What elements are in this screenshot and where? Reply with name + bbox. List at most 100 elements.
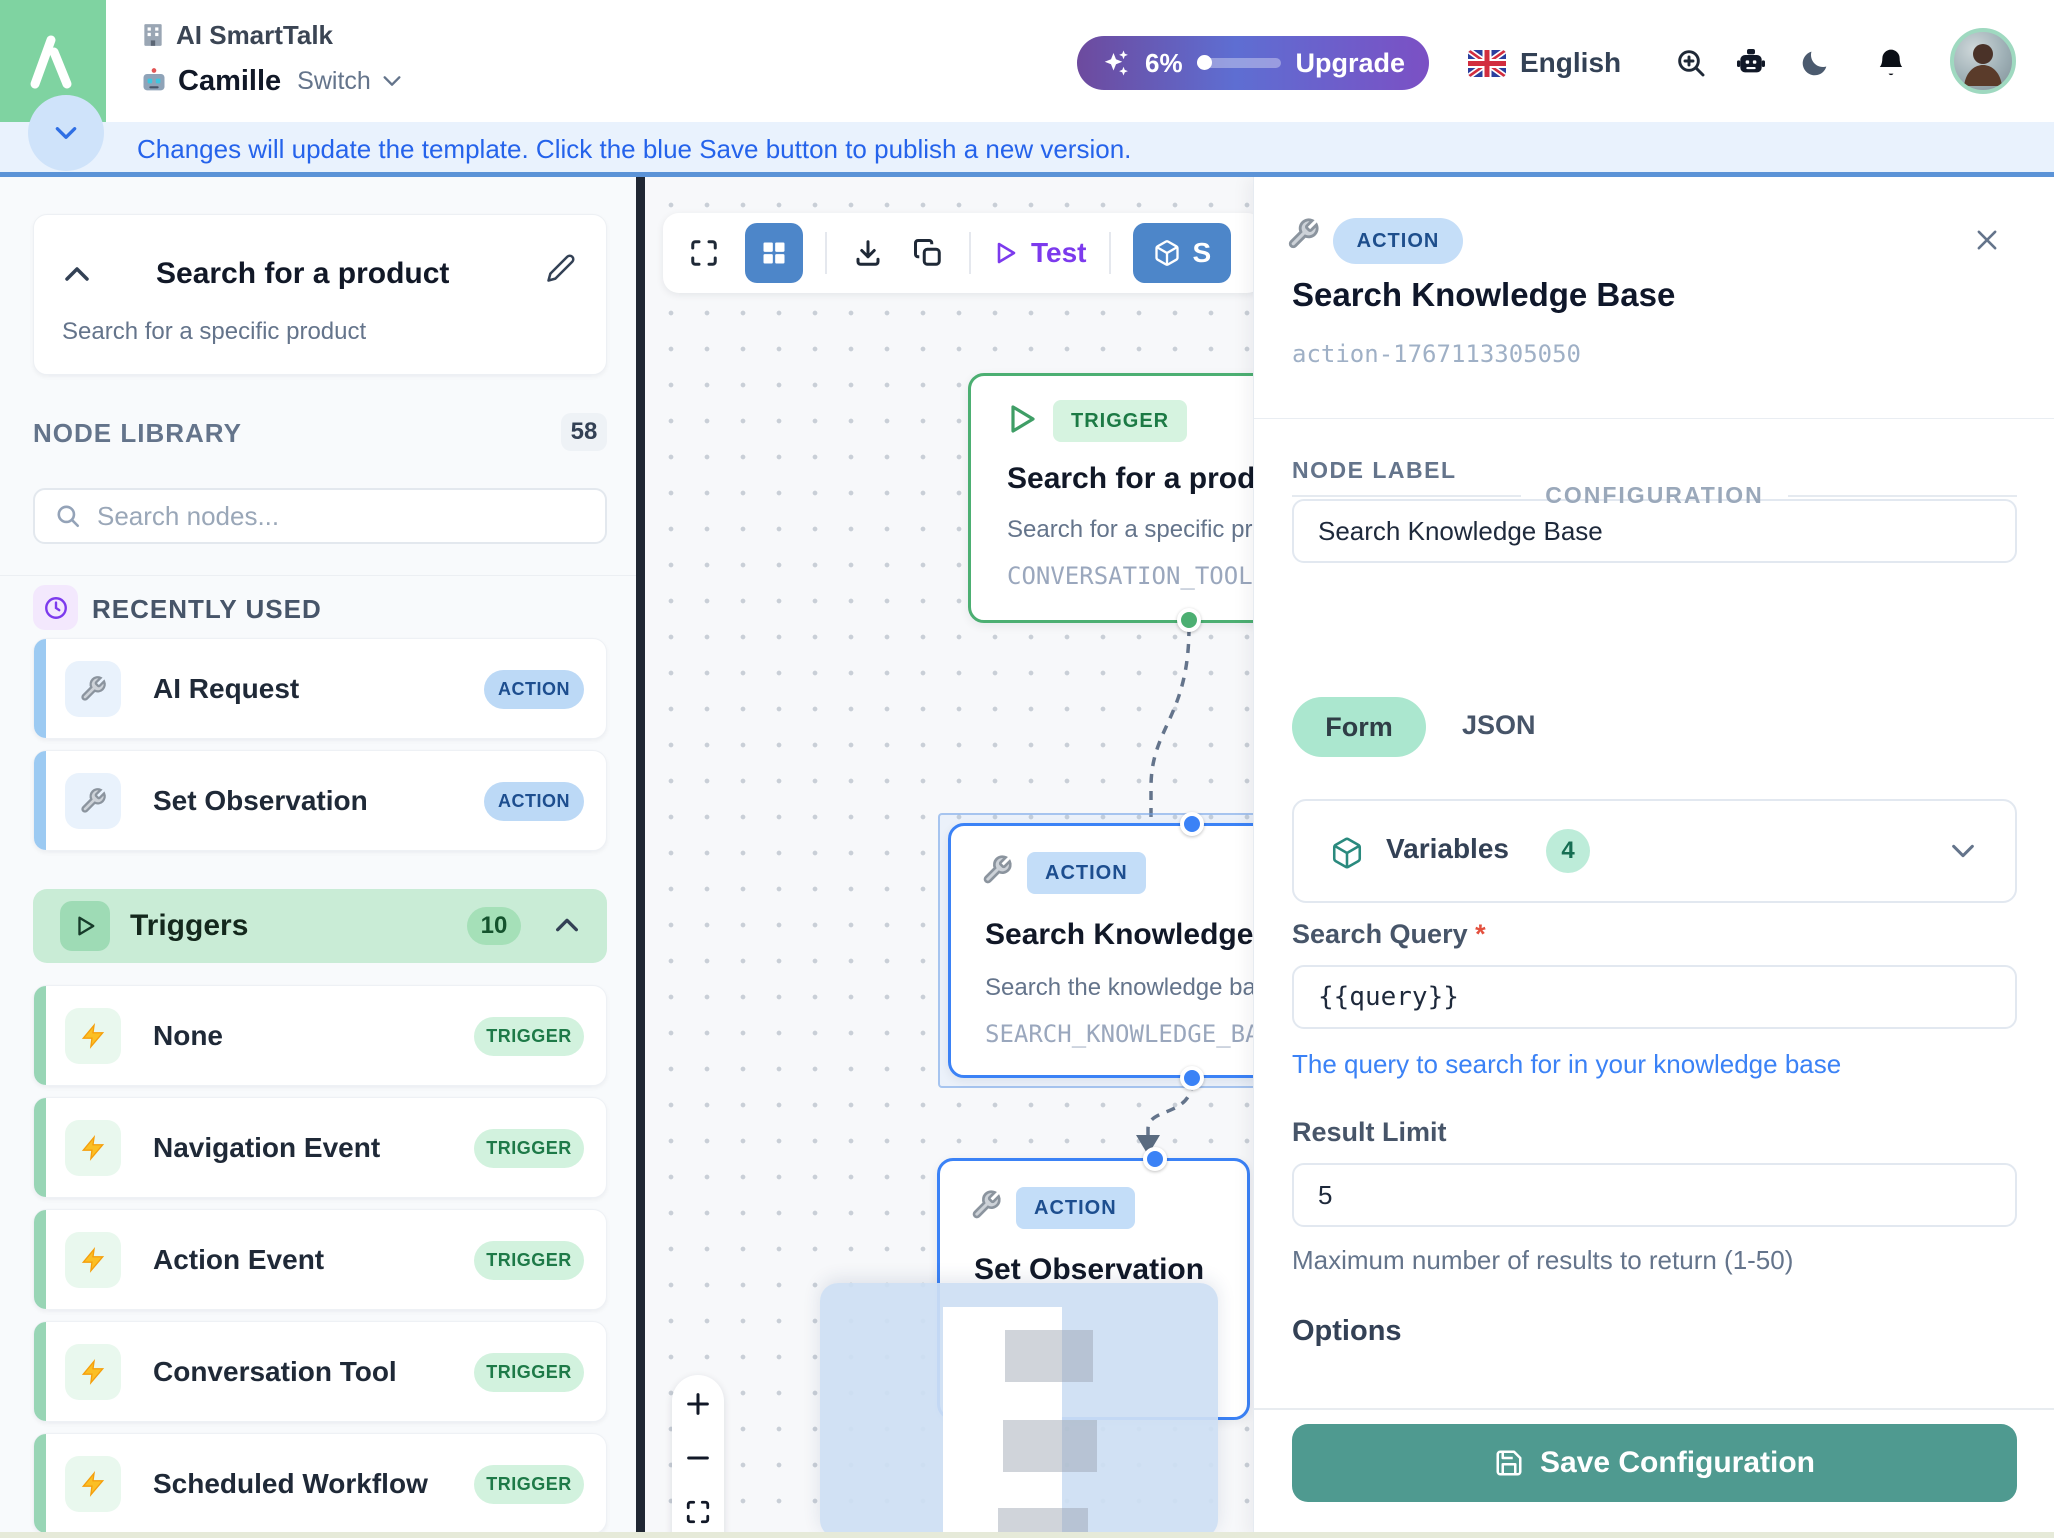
save-configuration-button[interactable]: Save Configuration — [1292, 1424, 2017, 1502]
trigger-item-label: Navigation Event — [153, 1132, 380, 1164]
library-item-label: Set Observation — [153, 785, 368, 817]
notifications-bell-icon[interactable] — [1872, 44, 1910, 82]
library-item-set-observation[interactable]: Set Observation ACTION — [33, 750, 607, 851]
workflow-subtitle: Search for a specific product — [62, 318, 366, 346]
clock-icon — [43, 595, 69, 621]
edit-pencil-icon[interactable] — [546, 253, 576, 283]
app-title: AI SmartTalk — [176, 20, 333, 51]
workflow-title: Search for a product — [156, 257, 449, 291]
trigger-item-none[interactable]: None TRIGGER — [33, 985, 607, 1086]
tab-form[interactable]: Form — [1292, 697, 1426, 757]
node-tool-id: CONVERSATION_TOOL — [1007, 562, 1253, 590]
fit-view-button[interactable] — [683, 1497, 713, 1527]
sidebar: Search for a product Search for a specif… — [0, 177, 637, 1538]
layout-grid-button[interactable] — [745, 223, 803, 283]
save-icon — [1494, 1448, 1524, 1478]
variables-count-badge: 4 — [1546, 829, 1590, 873]
user-avatar[interactable] — [1950, 28, 2016, 94]
chevron-up-icon — [553, 915, 581, 935]
wrench-icon — [970, 1189, 1002, 1221]
trigger-output-handle[interactable] — [1177, 608, 1201, 632]
inspector-node-id: action-1767113305050 — [1292, 340, 1581, 368]
top-header: AI SmartTalk Camille Switch 6% Upgrade — [0, 0, 2054, 122]
trigger-item-label: Scheduled Workflow — [153, 1468, 428, 1500]
result-limit-label: Result Limit — [1292, 1117, 1447, 1148]
node-library-count: 58 — [561, 413, 607, 451]
search-kb-input-handle[interactable] — [1180, 812, 1204, 836]
lightning-icon — [65, 1232, 121, 1288]
node-badge: TRIGGER — [1053, 400, 1187, 442]
trigger-item-conversation-tool[interactable]: Conversation Tool TRIGGER — [33, 1321, 607, 1422]
agent-switch-button[interactable]: Switch — [297, 67, 371, 96]
play-icon — [1005, 402, 1037, 436]
trigger-item-scheduled-workflow[interactable]: Scheduled Workflow TRIGGER — [33, 1433, 607, 1534]
chevron-down-icon[interactable] — [381, 73, 403, 89]
play-icon — [60, 901, 110, 951]
action-badge: ACTION — [484, 782, 584, 821]
sidebar-scrollbar[interactable] — [636, 177, 645, 1532]
fullscreen-icon[interactable] — [685, 234, 723, 272]
trigger-badge: TRIGGER — [474, 1353, 584, 1392]
zoom-search-icon[interactable] — [1672, 44, 1710, 82]
node-title: Set Observation — [974, 1253, 1204, 1287]
download-icon[interactable] — [849, 234, 887, 272]
close-icon[interactable] — [1969, 222, 2005, 258]
chatbot-icon[interactable] — [1732, 44, 1770, 82]
workflow-summary-card: Search for a product Search for a specif… — [33, 214, 607, 375]
accent-bar — [34, 639, 46, 738]
search-query-input[interactable] — [1292, 965, 2017, 1029]
library-item-ai-request[interactable]: AI Request ACTION — [33, 638, 607, 739]
language-selector[interactable]: English — [1468, 36, 1621, 90]
trigger-item-action-event[interactable]: Action Event TRIGGER — [33, 1209, 607, 1310]
triggers-section-header[interactable]: Triggers 10 — [33, 889, 607, 963]
save-configuration-label: Save Configuration — [1540, 1446, 1815, 1480]
chevron-down-icon — [53, 124, 79, 142]
zoom-in-button[interactable] — [683, 1389, 713, 1419]
robot-icon — [140, 67, 168, 95]
toolbar-divider — [969, 232, 971, 274]
search-kb-output-handle[interactable] — [1180, 1066, 1204, 1090]
accent-bar — [34, 751, 46, 850]
trigger-badge: TRIGGER — [474, 1241, 584, 1280]
building-icon — [140, 21, 166, 49]
lightning-icon — [65, 1344, 121, 1400]
node-subtitle: Search the knowledge base — [985, 974, 1281, 1002]
collapse-banner-button[interactable] — [28, 95, 104, 171]
lambda-logo-icon — [21, 26, 85, 96]
inspector-title: Search Knowledge Base — [1292, 276, 1675, 314]
configuration-separator: CONFIGURATION — [1292, 482, 2017, 509]
variables-accordion[interactable]: Variables 4 — [1292, 799, 2017, 903]
upgrade-button[interactable]: 6% Upgrade — [1077, 36, 1429, 90]
trigger-item-label: Action Event — [153, 1244, 324, 1276]
node-library-heading: NODE LIBRARY — [33, 418, 242, 449]
sparkles-icon — [1101, 47, 1131, 79]
node-search-box[interactable] — [33, 488, 607, 544]
node-badge: ACTION — [1016, 1187, 1135, 1229]
sidebar-divider — [0, 575, 637, 576]
trigger-item-label: Conversation Tool — [153, 1356, 397, 1388]
lightning-icon — [65, 1120, 121, 1176]
tab-json[interactable]: JSON — [1462, 710, 1536, 741]
set-observation-input-handle[interactable] — [1143, 1147, 1167, 1171]
save-workflow-button[interactable]: S — [1133, 223, 1232, 283]
workspace-titles: AI SmartTalk Camille Switch — [140, 18, 403, 100]
save-workflow-label: S — [1193, 237, 1212, 269]
trigger-item-navigation-event[interactable]: Navigation Event TRIGGER — [33, 1097, 607, 1198]
zoom-out-button[interactable] — [683, 1443, 713, 1473]
wrench-icon — [1286, 217, 1320, 251]
test-button[interactable]: Test — [993, 237, 1087, 269]
bottom-edge-strip — [0, 1532, 2054, 1538]
agent-name: Camille — [178, 65, 281, 98]
node-label-heading: NODE LABEL — [1292, 457, 1457, 484]
result-limit-input[interactable] — [1292, 1163, 2017, 1227]
chevron-down-icon — [1949, 841, 1977, 861]
search-input[interactable] — [97, 501, 557, 532]
copy-icon[interactable] — [909, 234, 947, 272]
variables-label: Variables — [1386, 833, 1509, 865]
accent-bar — [34, 1210, 46, 1309]
search-query-help: The query to search for in your knowledg… — [1292, 1049, 1841, 1080]
dark-mode-moon-icon[interactable] — [1796, 44, 1834, 82]
collapse-chevron-icon[interactable] — [62, 263, 92, 285]
canvas-toolbar: Test S — [663, 213, 1263, 293]
options-heading: Options — [1292, 1315, 1402, 1348]
